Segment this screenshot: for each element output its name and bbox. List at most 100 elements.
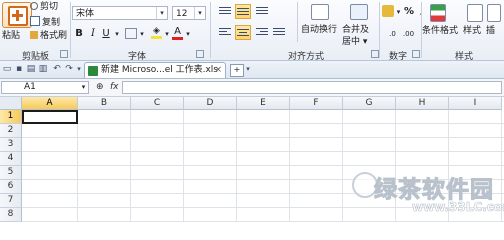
border-icon[interactable] — [125, 28, 137, 39]
decrease-decimal-icon[interactable]: .00 — [402, 27, 415, 41]
cut-label: 剪切 — [40, 2, 59, 12]
merge-center-label-2: 居中 — [342, 37, 361, 47]
insert-function-button[interactable]: fx — [110, 82, 119, 92]
print-preview-icon[interactable]: ▥ — [38, 64, 48, 74]
font-size-value: 12 — [176, 9, 188, 19]
excel-file-icon — [88, 66, 98, 76]
print-icon[interactable]: ▤ — [26, 64, 36, 74]
redo-icon[interactable]: ↷ — [64, 64, 74, 74]
column-header-d[interactable]: D — [184, 97, 237, 110]
currency-dropdown-icon[interactable]: ▾ — [395, 5, 402, 19]
format-painter-button[interactable]: 格式刷 — [30, 31, 67, 42]
column-header-c[interactable]: C — [131, 97, 184, 110]
watermark-url: www.33LC.com — [412, 200, 504, 215]
column-header-b[interactable]: B — [78, 97, 131, 110]
align-bottom-icon[interactable] — [256, 7, 268, 17]
column-header-f[interactable]: F — [290, 97, 343, 110]
underline-dropdown-icon[interactable]: ▾ — [113, 27, 121, 41]
row-header-8[interactable]: 8 — [0, 208, 22, 222]
scissors-icon — [30, 2, 38, 10]
cell-style-button[interactable]: 样式 — [463, 26, 481, 37]
copy-label: 复制 — [42, 18, 61, 28]
merge-center-icon[interactable] — [350, 4, 368, 20]
column-header-i[interactable]: I — [449, 97, 502, 110]
cut-button[interactable]: 剪切 — [30, 2, 58, 13]
gridline — [22, 165, 504, 166]
chevron-down-icon[interactable]: ▾ — [79, 82, 88, 93]
quick-access-dropdown-icon[interactable]: ▾ — [74, 64, 84, 74]
bold-button[interactable]: B — [74, 27, 84, 41]
conditional-format-button[interactable]: 条件格式 — [422, 26, 458, 37]
fill-color-icon[interactable]: ◈ — [151, 27, 162, 41]
chevron-down-icon[interactable]: ▾ — [156, 7, 167, 19]
row-header-4[interactable]: 4 — [0, 152, 22, 166]
watermark: 绿茶软件园 www.33LC.com — [352, 170, 504, 220]
align-left-icon[interactable] — [219, 28, 231, 38]
number-launcher-icon[interactable] — [412, 50, 420, 58]
increase-decimal-icon[interactable]: .0 — [386, 27, 399, 41]
column-header-e[interactable]: E — [237, 97, 290, 110]
paste-button[interactable] — [2, 2, 32, 28]
insert-button[interactable]: 插 — [486, 26, 495, 37]
insert-icon[interactable] — [487, 4, 501, 22]
percent-button[interactable]: % — [404, 5, 414, 19]
border-dropdown-icon[interactable]: ▾ — [138, 27, 146, 41]
underline-button[interactable]: U — [101, 27, 111, 41]
merge-center-button[interactable]: 合并及 — [342, 25, 369, 36]
conditional-format-icon[interactable] — [430, 4, 446, 22]
paste-label: 粘贴 — [2, 31, 21, 41]
save-icon[interactable]: ▪ — [14, 64, 24, 74]
active-cell-a1[interactable] — [22, 110, 78, 124]
separator — [379, 2, 380, 58]
format-painter-label: 格式刷 — [40, 31, 68, 41]
formula-bar: A1 ▾ ⊕ fx — [0, 79, 504, 97]
alignment-launcher-icon[interactable] — [371, 50, 379, 58]
name-box-value: A1 — [24, 82, 36, 92]
row-header-5[interactable]: 5 — [0, 166, 22, 180]
undo-icon[interactable]: ↶ — [52, 64, 62, 74]
document-tab[interactable]: 新建 Microso...el 工作表.xls × — [84, 62, 226, 78]
zoom-icon[interactable]: ⊕ — [96, 82, 104, 92]
tab-list-dropdown-icon[interactable]: ▾ — [243, 64, 253, 74]
row-header-3[interactable]: 3 — [0, 138, 22, 152]
open-folder-icon[interactable]: ▭ — [2, 64, 12, 74]
fill-dropdown-icon[interactable]: ▾ — [163, 27, 171, 41]
column-header-g[interactable]: G — [343, 97, 396, 110]
italic-button[interactable]: I — [88, 27, 98, 41]
row-header-2[interactable]: 2 — [0, 124, 22, 138]
font-color-icon[interactable]: A — [172, 27, 183, 41]
clipboard-launcher-icon[interactable] — [60, 50, 68, 58]
column-header-a[interactable]: A — [22, 97, 78, 110]
cell-style-icon[interactable] — [467, 4, 483, 22]
align-top-icon[interactable] — [219, 7, 231, 17]
align-right-icon[interactable] — [256, 28, 268, 38]
name-box[interactable]: A1 ▾ — [1, 81, 89, 94]
gridline — [22, 221, 504, 222]
wrap-text-icon[interactable] — [311, 4, 329, 20]
align-middle-icon[interactable] — [235, 4, 251, 19]
currency-icon[interactable] — [382, 5, 394, 17]
new-tab-button[interactable]: + — [230, 64, 244, 77]
close-tab-icon[interactable]: × — [214, 63, 222, 78]
chevron-down-icon[interactable]: ▾ — [194, 7, 205, 19]
row-header-7[interactable]: 7 — [0, 194, 22, 208]
row-header-6[interactable]: 6 — [0, 180, 22, 194]
merge-center-button-line2[interactable]: 居中 ▾ — [342, 37, 367, 48]
separator — [70, 2, 71, 58]
align-center-icon[interactable] — [235, 25, 251, 40]
formula-input[interactable] — [122, 81, 502, 94]
font-color-dropdown-icon[interactable]: ▾ — [184, 27, 192, 41]
font-name-value: 宋体 — [76, 9, 95, 19]
wrap-text-button[interactable]: 自动换行 — [301, 25, 337, 36]
copy-button[interactable]: 复制 — [30, 16, 61, 28]
paste-icon — [8, 6, 28, 26]
row-header-1[interactable]: 1 — [0, 110, 22, 124]
select-all-corner[interactable] — [0, 97, 22, 110]
brush-icon — [30, 31, 38, 39]
font-size-select[interactable]: 12 ▾ — [172, 6, 206, 20]
font-launcher-icon[interactable] — [196, 50, 204, 58]
font-name-select[interactable]: 宋体 ▾ — [72, 6, 168, 20]
justify-icon[interactable] — [273, 28, 285, 38]
column-header-h[interactable]: H — [396, 97, 449, 110]
separator — [297, 2, 298, 42]
